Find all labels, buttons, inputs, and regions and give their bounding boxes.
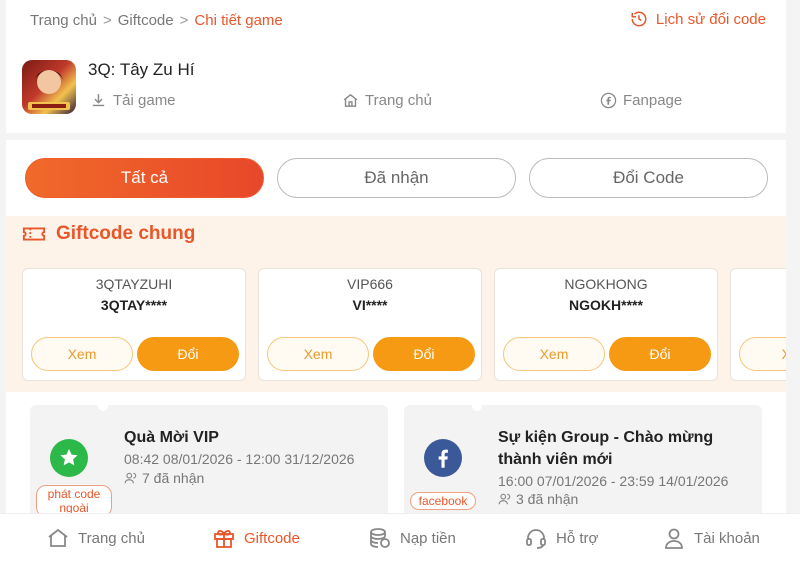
giftcode-masked-code: 3QTAY**** — [100, 297, 168, 313]
giftcode-card-row: 3QTAYZUHI 3QTAY**** Xem Đổi VIP666 VI***… — [22, 268, 786, 381]
game-home-label: Trang chủ — [365, 92, 432, 109]
history-label: Lịch sử đổi code — [655, 10, 766, 28]
giftcode-card: 3QTAYZUHI 3QTAY**** Xem Đổi — [22, 268, 246, 381]
nav-account-label: Tài khoản — [694, 529, 760, 547]
giftcode-masked-code: NGOKH**** — [569, 297, 643, 313]
history-clock-icon — [631, 11, 647, 27]
user-icon — [665, 528, 683, 549]
event-card[interactable]: facebook Sự kiện Group - Chào mừng thành… — [404, 401, 762, 523]
view-button[interactable]: Xem — [267, 337, 369, 371]
coins-icon — [370, 528, 390, 548]
tab-all[interactable]: Tất cả — [25, 158, 264, 198]
nav-topup-label: Nạp tiền — [400, 529, 456, 547]
event-title: Sự kiện Group - Chào mừng thành viên mới — [498, 429, 714, 468]
game-header-card: Trang chủ > Giftcode > Chi tiết game Lịc… — [6, 0, 786, 133]
game-icon-image — [22, 60, 76, 114]
view-button[interactable]: Xem — [31, 337, 133, 371]
breadcrumb-current: Chi tiết game — [194, 12, 283, 29]
filter-tabs: Tất cả Đã nhận Đổi Code — [25, 158, 768, 198]
view-button[interactable]: Xe — [739, 337, 786, 371]
star-icon — [50, 439, 88, 477]
fanpage-link[interactable]: Fanpage — [600, 92, 682, 109]
redeem-button[interactable]: Đổi — [609, 337, 711, 371]
download-link[interactable]: Tải game — [90, 92, 342, 109]
breadcrumb-giftcode[interactable]: Giftcode — [118, 12, 174, 29]
event-claimed-count: 7 đã nhận — [142, 470, 205, 486]
home-icon — [48, 528, 68, 547]
breadcrumb-home[interactable]: Trang chủ — [30, 12, 97, 29]
game-title: 3Q: Tây Zu Hí — [88, 60, 195, 79]
nav-giftcode-label: Giftcode — [244, 529, 300, 547]
giftcode-card-partial: Xe — [730, 268, 786, 381]
view-button[interactable]: Xem — [503, 337, 605, 371]
breadcrumb-separator: > — [179, 12, 189, 29]
nav-support[interactable]: Hỗ trợ — [524, 526, 598, 550]
nav-home[interactable]: Trang chủ — [46, 526, 145, 550]
home-icon — [343, 93, 358, 107]
download-icon — [92, 94, 105, 107]
breadcrumb-separator: > — [102, 12, 112, 29]
tab-redeem-code[interactable]: Đổi Code — [529, 158, 768, 198]
event-time: 16:00 07/01/2026 - 23:59 14/01/2026 — [498, 473, 729, 489]
fanpage-label: Fanpage — [623, 92, 683, 109]
users-icon — [124, 472, 137, 484]
giftcode-name: VIP666 — [347, 276, 393, 292]
redeem-button[interactable]: Đổi — [373, 337, 475, 371]
giftcode-main-card: Tất cả Đã nhận Đổi Code Giftcode chung 3… — [6, 140, 786, 523]
tab-received[interactable]: Đã nhận — [277, 158, 516, 198]
event-time: 08:42 08/01/2026 - 12:00 31/12/2026 — [124, 451, 355, 467]
facebook-icon — [424, 439, 462, 477]
event-tag: facebook — [410, 492, 476, 510]
game-home-link[interactable]: Trang chủ — [342, 92, 600, 109]
headset-icon — [526, 529, 546, 549]
breadcrumb: Trang chủ > Giftcode > Chi tiết game — [30, 12, 283, 29]
giftcode-masked-code: VI**** — [352, 297, 388, 313]
event-claimed: 3 đã nhận — [498, 491, 578, 507]
giftcode-name: NGOKHONG — [564, 276, 648, 292]
giftcode-card: VIP666 VI**** Xem Đổi — [258, 268, 482, 381]
gift-icon — [214, 529, 234, 548]
card-notch — [472, 401, 482, 411]
nav-support-label: Hỗ trợ — [556, 529, 599, 547]
common-giftcode-title: Giftcode chung — [56, 223, 196, 244]
redeem-button[interactable]: Đổi — [137, 337, 239, 371]
download-label: Tải game — [113, 92, 176, 109]
common-giftcode-section: Giftcode chung 3QTAYZUHI 3QTAY**** Xem Đ… — [6, 216, 786, 392]
users-icon — [498, 493, 511, 505]
card-notch — [98, 401, 108, 411]
ticket-icon — [22, 227, 46, 241]
event-claimed-count: 3 đã nhận — [516, 491, 579, 507]
event-title: Quà Mời VIP — [124, 429, 219, 446]
nav-home-label: Trang chủ — [78, 529, 145, 547]
bottom-navigation: Trang chủ Giftcode Nạp tiền Hỗ trợ Tài k… — [0, 513, 800, 561]
nav-giftcode[interactable]: Giftcode — [212, 526, 300, 550]
event-claimed: 7 đã nhận — [124, 470, 204, 486]
history-link[interactable]: Lịch sử đổi code — [630, 10, 766, 28]
nav-topup[interactable]: Nạp tiền — [368, 526, 456, 550]
nav-account[interactable]: Tài khoản — [662, 526, 760, 550]
giftcode-name: 3QTAYZUHI — [95, 276, 173, 292]
facebook-icon — [600, 92, 617, 109]
game-links: Tải game Trang chủ Fanpage — [90, 92, 682, 109]
common-giftcode-heading: Giftcode chung — [22, 223, 195, 245]
giftcode-card: NGOKHONG NGOKH**** Xem Đổi — [494, 268, 718, 381]
event-card[interactable]: phát code ngoài Quà Mời VIP 08:42 08/01/… — [30, 401, 388, 523]
